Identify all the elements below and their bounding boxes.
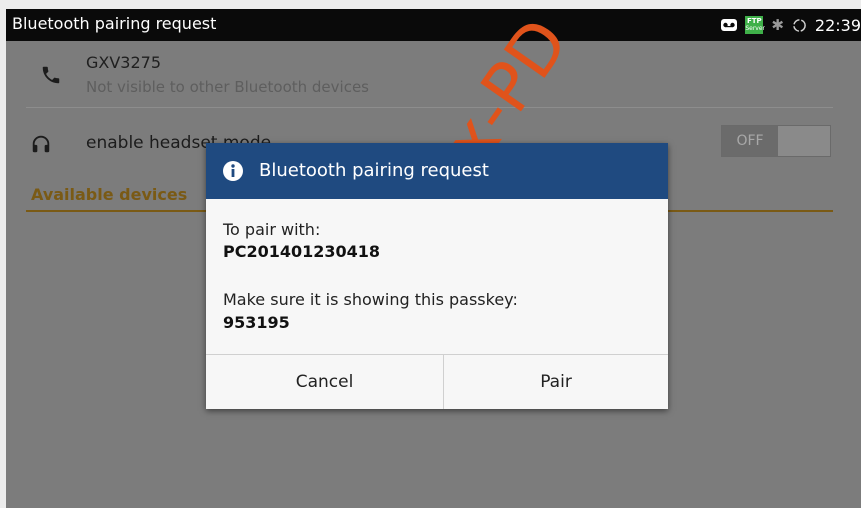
status-icons: FTP Server ✱ 22:39	[721, 9, 861, 41]
status-time: 22:39	[814, 15, 861, 35]
status-title: Bluetooth pairing request	[12, 14, 217, 33]
screen: Bluetooth pairing request FTP Server ✱ 2…	[0, 0, 861, 508]
passkey-value: 953195	[223, 313, 290, 332]
passkey-label: Make sure it is showing this passkey:	[223, 290, 518, 309]
bluetooth-icon: ✱	[771, 16, 784, 34]
device-row: GXV3275 Not visible to other Bluetooth d…	[6, 41, 861, 106]
headset-icon	[32, 135, 50, 153]
pairing-dialog: Bluetooth pairing request To pair with: …	[206, 143, 668, 409]
status-bar: Bluetooth pairing request FTP Server ✱ 2…	[6, 9, 861, 41]
device-visibility-text: Not visible to other Bluetooth devices	[86, 78, 369, 96]
available-devices-heading: Available devices	[31, 185, 188, 204]
dialog-title: Bluetooth pairing request	[259, 160, 489, 181]
ftp-server-icon: FTP Server	[745, 16, 765, 34]
phone-icon	[42, 66, 60, 84]
cancel-button[interactable]: Cancel	[206, 355, 443, 409]
divider	[26, 107, 833, 108]
info-icon	[223, 161, 243, 181]
device-name: GXV3275	[86, 53, 162, 72]
sync-icon	[793, 18, 806, 32]
pair-button[interactable]: Pair	[444, 355, 668, 409]
dialog-header: Bluetooth pairing request	[206, 143, 668, 199]
voicemail-icon	[721, 19, 738, 31]
headset-mode-toggle[interactable]: OFF	[721, 125, 831, 157]
pair-with-label: To pair with:	[223, 220, 321, 239]
pair-with-device: PC201401230418	[223, 242, 381, 261]
toggle-off-label: OFF	[722, 126, 778, 156]
